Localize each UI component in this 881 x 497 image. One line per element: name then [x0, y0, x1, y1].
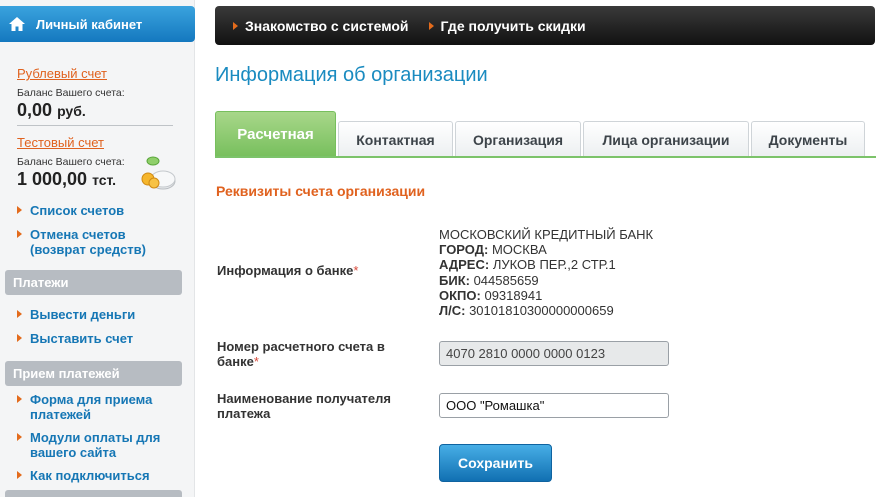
- bank-okpo-label: ОКПО:: [439, 287, 481, 303]
- page-title: Информация об организации: [215, 64, 488, 86]
- tab-underline: [215, 156, 876, 158]
- rub-balance-value: 0,00 руб.: [17, 100, 86, 121]
- sidebar-link-payment-form[interactable]: Форма для приема платежей: [17, 392, 182, 422]
- recipient-name-field[interactable]: ООО "Ромашка": [439, 393, 669, 418]
- bank-city-value: МОСКВА: [491, 242, 547, 258]
- tab-organization-persons[interactable]: Лица организации: [583, 121, 749, 157]
- sidebar-divider: [17, 125, 173, 126]
- tab-organization[interactable]: Организация: [455, 121, 581, 157]
- bank-okpo: ОКПО: 09318941: [439, 288, 653, 303]
- tab-settlement[interactable]: Расчетная: [215, 111, 336, 157]
- bank-bik: БИК: 044585659: [439, 273, 653, 288]
- tab-documents[interactable]: Документы: [751, 121, 865, 157]
- sidebar-section-receiving-title: Прием платежей: [13, 366, 120, 381]
- test-balance-label: Баланс Вашего счета:: [17, 156, 125, 168]
- top-navigation: Знакомство с системой Где получить скидк…: [215, 6, 875, 45]
- bank-okpo-value: 09318941: [484, 287, 543, 303]
- sidebar-link-issue-invoice[interactable]: Выставить счет: [17, 331, 182, 346]
- tab-contact[interactable]: Контактная: [338, 121, 453, 157]
- sidebar-link-cancel-accounts[interactable]: Отмена счетов (возврат средств): [17, 227, 182, 257]
- test-balance-amount: 1 000,00: [17, 169, 88, 189]
- sidebar-section-payments: Платежи: [5, 270, 182, 295]
- rub-balance-amount: 0,00: [17, 100, 53, 120]
- bank-info-label-text: Информация о банке: [217, 263, 354, 278]
- sidebar-link-withdraw[interactable]: Вывести деньги: [17, 307, 182, 322]
- bank-ls-value: 30101810300000000659: [469, 303, 614, 319]
- sidebar-link-payment-modules[interactable]: Модули оплаты для вашего сайта: [17, 430, 182, 460]
- sidebar-header[interactable]: Личный кабинет: [0, 6, 195, 42]
- bank-city-label: ГОРОД:: [439, 242, 489, 258]
- home-icon: [9, 17, 25, 31]
- account-number-field[interactable]: 4070 2810 0000 0000 0123: [439, 341, 669, 366]
- sidebar: Личный кабинет Рублевый счет Баланс Ваше…: [0, 0, 195, 497]
- bank-bik-label: БИК:: [439, 272, 470, 288]
- sidebar-section-receiving: Прием платежей: [5, 361, 182, 386]
- bank-city: ГОРОД: МОСКВА: [439, 242, 653, 257]
- recipient-name-label: Наименование получателя платежа: [217, 391, 391, 421]
- sidebar-link-how-to-connect[interactable]: Как подключиться: [17, 468, 182, 483]
- sidebar-link-accounts-list[interactable]: Список счетов: [17, 203, 182, 218]
- rub-account-link[interactable]: Рублевый счет: [17, 66, 107, 81]
- required-mark: *: [253, 354, 259, 369]
- account-number-label-text: Номер расчетного счета в банке: [217, 339, 385, 369]
- topnav-item-intro[interactable]: Знакомство с системой: [233, 18, 409, 34]
- rub-balance-currency: руб.: [57, 103, 86, 119]
- sidebar-section-payments-title: Платежи: [13, 275, 69, 290]
- sidebar-header-label: Личный кабинет: [36, 16, 143, 32]
- bank-address: АДРЕС: ЛУКОВ ПЕР.,2 СТР.1: [439, 257, 653, 272]
- section-title: Реквизиты счета организации: [216, 183, 426, 199]
- bank-info: МОСКОВСКИЙ КРЕДИТНЫЙ БАНК ГОРОД: МОСКВА …: [439, 227, 653, 318]
- bank-info-label: Информация о банке*: [217, 263, 358, 278]
- bank-bik-value: 044585659: [473, 272, 539, 288]
- sidebar-section-next: [5, 490, 182, 497]
- topnav-item-discounts[interactable]: Где получить скидки: [428, 18, 586, 34]
- rub-balance-label: Баланс Вашего счета:: [17, 87, 125, 99]
- bank-ls-label: Л/С:: [439, 303, 466, 319]
- test-balance-currency: тст.: [92, 172, 117, 188]
- required-mark: *: [353, 263, 359, 278]
- test-balance-value: 1 000,00 тст.: [17, 169, 116, 190]
- bank-address-value: ЛУКОВ ПЕР.,2 СТР.1: [492, 257, 616, 273]
- coins-icon: [141, 156, 176, 190]
- test-account-link[interactable]: Тестовый счет: [17, 135, 104, 150]
- bank-address-label: АДРЕС:: [439, 257, 490, 273]
- account-number-label: Номер расчетного счета в банке*: [217, 339, 397, 369]
- save-button[interactable]: Сохранить: [439, 444, 552, 482]
- bank-name: МОСКОВСКИЙ КРЕДИТНЫЙ БАНК: [439, 227, 654, 242]
- bank-ls: Л/С: 30101810300000000659: [439, 303, 653, 318]
- tab-bar: Расчетная Контактная Организация Лица ор…: [215, 111, 876, 158]
